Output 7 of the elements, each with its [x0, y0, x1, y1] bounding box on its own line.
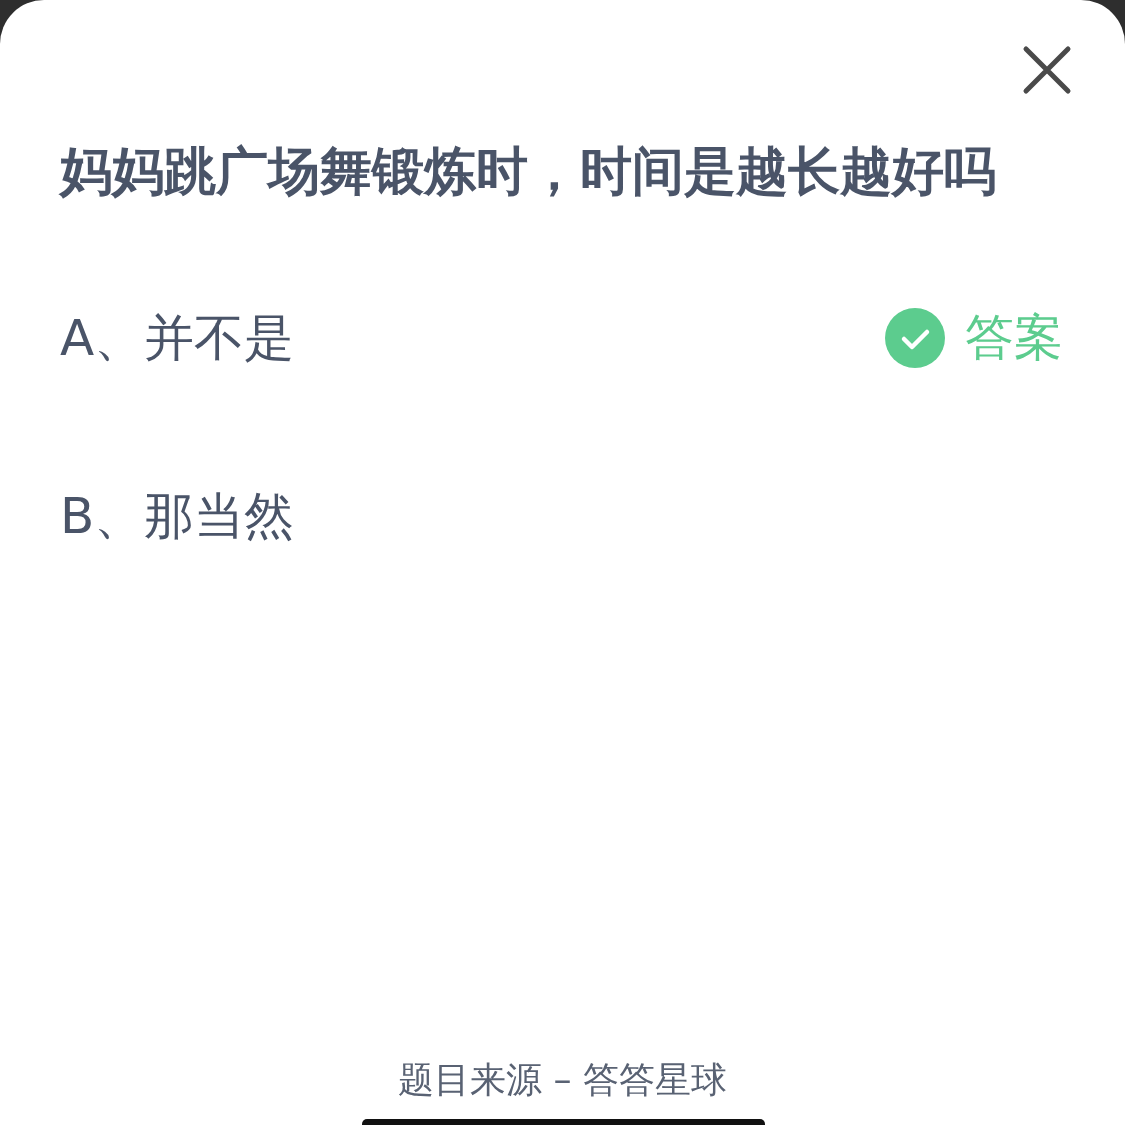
question-title: 妈妈跳广场舞锻炼时，时间是越长越好吗 — [60, 140, 997, 203]
close-button[interactable] — [1021, 44, 1073, 96]
answer-option[interactable]: B、那当然 — [60, 482, 295, 550]
answer-option[interactable]: A、并不是 — [60, 304, 295, 372]
answer-label: 答案 — [965, 308, 1063, 368]
source-caption: 题目来源 – 答答星球 — [398, 1059, 727, 1100]
check-icon — [885, 308, 945, 368]
